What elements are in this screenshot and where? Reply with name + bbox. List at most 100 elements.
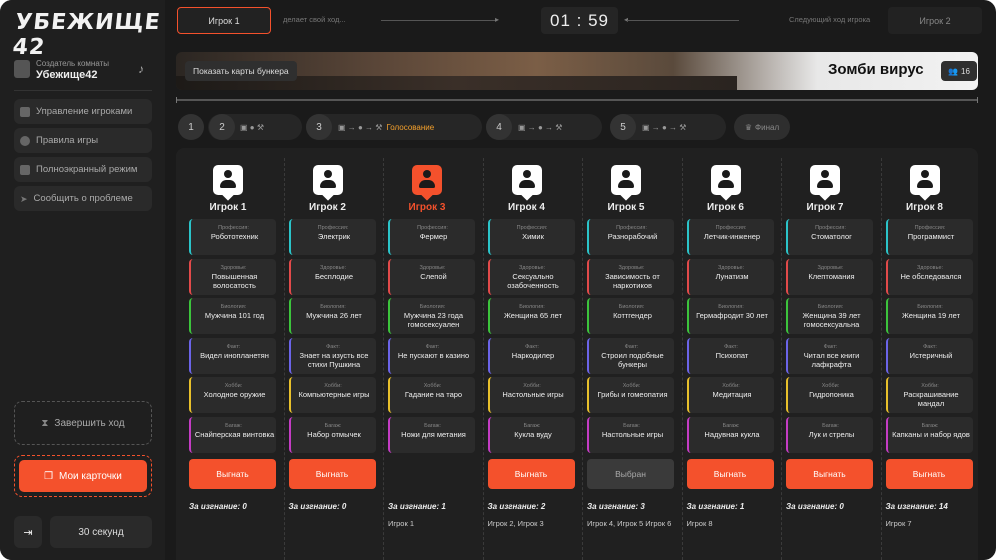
card-label: Профессия:	[218, 225, 249, 231]
player-card[interactable]: Профессия: Летчик-инженер	[686, 219, 774, 255]
player-card[interactable]: Биология: Женщина 39 лет гомосексуальна	[786, 298, 873, 334]
card-label: Факт:	[326, 344, 340, 350]
player-card[interactable]: Биология: Женщина 65 лет	[487, 298, 575, 334]
player-card[interactable]: Факт: Строил подобные бункеры	[587, 338, 674, 374]
player-card[interactable]: Хобби: Настольные игры	[487, 377, 575, 413]
voters-list: Игрок 8	[686, 519, 713, 528]
card-label: Багаж:	[424, 423, 441, 429]
kick-button[interactable]: Выгнать	[288, 459, 376, 489]
card-label: Хобби:	[324, 383, 342, 389]
player-card[interactable]: Здоровье: Бесплодие	[288, 259, 376, 295]
player-card[interactable]: Багаж: Лук и стрелы	[786, 417, 873, 453]
player-card[interactable]: Хобби: Раскрашивание мандал	[885, 377, 973, 413]
card-label: Профессия:	[616, 225, 647, 231]
player-card[interactable]: Багаж: Капканы и набор ядов	[885, 417, 973, 453]
player-card[interactable]: Здоровье: Сексуально озабоченность	[487, 259, 575, 295]
player-card[interactable]: Профессия: Программист	[885, 219, 973, 255]
menu-manage-players[interactable]: Управление игроками	[14, 99, 152, 124]
menu-fullscreen[interactable]: Полноэкранный режим	[14, 157, 152, 182]
player-card[interactable]: Багаж: Настольные игры	[587, 417, 674, 453]
kick-button[interactable]: Выгнать	[786, 459, 873, 489]
kick-button[interactable]: Выгнать	[189, 459, 276, 489]
selected-button[interactable]: Выбран	[587, 459, 674, 489]
player-card[interactable]: Факт: Психопат	[686, 338, 774, 374]
player-avatar-icon	[511, 165, 542, 201]
player-card[interactable]: Профессия: Электрик	[288, 219, 376, 255]
menu-rules[interactable]: Правила игры	[14, 128, 152, 153]
player-card[interactable]: Хобби: Холодное оружие	[189, 377, 276, 413]
column-divider	[781, 158, 782, 560]
player-card[interactable]: Здоровье: Зависимость от наркотиков	[587, 259, 674, 295]
player-card[interactable]: Биология: Мужчина 101 год	[189, 298, 276, 334]
player-card[interactable]: Факт: Не пускают в казино	[388, 338, 475, 374]
player-card[interactable]: Багаж: Надувная кукла	[686, 417, 774, 453]
round-progress	[176, 97, 978, 103]
card-value: Робототехник	[210, 232, 259, 241]
player-card[interactable]: Хобби: Гадание на таро	[388, 377, 475, 413]
exit-icon: ⇥	[23, 526, 33, 539]
player-card[interactable]: Факт: Знает на изусть все стихи Пушкина	[288, 338, 376, 374]
player-card[interactable]: Биология: Мужчина 26 лет	[288, 298, 376, 334]
creator-label: Создатель комнаты	[36, 59, 110, 68]
player-card[interactable]: Биология: Женщина 19 лет	[885, 298, 973, 334]
card-value: Электрик	[317, 232, 351, 241]
my-cards-button[interactable]: ❒ Мои карточки	[14, 455, 152, 497]
active-stage-label: Голосование	[386, 122, 435, 132]
card-label: Хобби:	[523, 383, 541, 389]
sidebar: УБЕЖИЩЕ 42 Создатель комнаты Убежище42 ♪…	[0, 0, 165, 560]
menu-report[interactable]: ➤ Сообщить о проблеме	[14, 186, 152, 211]
player-card[interactable]: Здоровье: Повышенная волосатость	[189, 259, 276, 295]
card-value: Лунатизм	[715, 272, 749, 281]
kick-button[interactable]: Выгнать	[885, 459, 973, 489]
player-card[interactable]: Багаж: Снайперская винтовка	[189, 417, 276, 453]
card-value: Видел инопланетян	[200, 351, 269, 360]
player-card[interactable]: Здоровье: Слепой	[388, 259, 475, 295]
room-creator: Создатель комнаты Убежище42 ♪	[14, 58, 154, 84]
player-card[interactable]: Хобби: Гидропоника	[786, 377, 873, 413]
player-card[interactable]: Хобби: Медитация	[686, 377, 774, 413]
player-card[interactable]: Багаж: Набор отмычек	[288, 417, 376, 453]
player-card[interactable]: Профессия: Фермер	[388, 219, 475, 255]
player-card[interactable]: Факт: Видел инопланетян	[189, 338, 276, 374]
player-card[interactable]: Багаж: Кукла вуду	[487, 417, 575, 453]
player-card[interactable]: Биология: Мужчина 23 года гомосексуален	[388, 298, 475, 334]
player-card[interactable]: Профессия: Робототехник	[189, 219, 276, 255]
bunker-capacity: 👥 16	[941, 61, 977, 81]
turn-timer-select[interactable]: 30 секунд	[50, 516, 152, 548]
player-card[interactable]: Факт: Читал все книги лафкрафта	[786, 338, 873, 374]
arrow-right-icon: ▸	[495, 15, 500, 24]
current-player: Игрок 1	[177, 7, 271, 34]
top-bar: Игрок 1 делает свой ход... ▸ 01 : 59 ◂ С…	[165, 0, 996, 40]
player-card[interactable]: Биология: Гермафродит 30 лет	[686, 298, 774, 334]
hourglass-icon: ⧗	[41, 417, 49, 429]
player-card[interactable]: Багаж: Ножи для метания	[388, 417, 475, 453]
player-card[interactable]: Факт: Истеричный	[885, 338, 973, 374]
player-card[interactable]: Факт: Наркодилер	[487, 338, 575, 374]
music-icon[interactable]: ♪	[138, 62, 144, 76]
kick-button[interactable]: Выгнать	[487, 459, 575, 489]
end-turn-button[interactable]: ⧗ Завершить ход	[14, 401, 152, 445]
player-card[interactable]: Здоровье: Лунатизм	[686, 259, 774, 295]
player-column: Игрок 6 Профессия: Летчик-инженер Здоров…	[676, 156, 776, 560]
player-card[interactable]: Хобби: Компьютерные игры	[288, 377, 376, 413]
player-card[interactable]: Профессия: Стоматолог	[786, 219, 873, 255]
card-value: Грибы и гомеопатия	[597, 390, 668, 399]
exit-button[interactable]: ⇥	[14, 516, 42, 548]
show-bunker-cards-button[interactable]: Показать карты бункера	[185, 61, 297, 81]
player-card[interactable]: Здоровье: Не обследовался	[885, 259, 973, 295]
player-card[interactable]: Биология: Коттгендер	[587, 298, 674, 334]
card-value: Химик	[522, 232, 544, 241]
player-card[interactable]: Здоровье: Клептомания	[786, 259, 873, 295]
card-label: Факт:	[226, 344, 241, 350]
info-icon	[20, 135, 30, 146]
card-label: Багаж:	[822, 423, 839, 429]
player-card[interactable]: Хобби: Грибы и гомеопатия	[587, 377, 674, 413]
card-value: Лук и стрелы	[808, 430, 855, 439]
kick-button[interactable]: Выгнать	[686, 459, 774, 489]
card-value: Повышенная волосатость	[211, 272, 258, 290]
player-card[interactable]: Профессия: Разнорабочий	[587, 219, 674, 255]
votes-count: За изгнание: 0	[288, 502, 347, 511]
player-name: Игрок 3	[408, 202, 446, 213]
player-card[interactable]: Профессия: Химик	[487, 219, 575, 255]
card-value: Медитация	[712, 390, 752, 399]
